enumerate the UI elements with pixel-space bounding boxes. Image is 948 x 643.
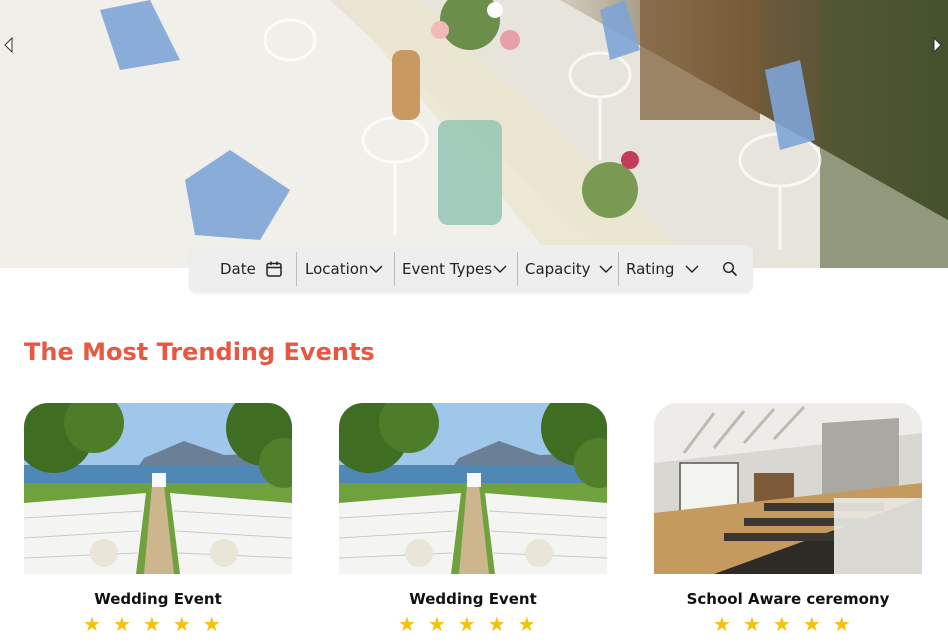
chevron-down-icon — [493, 265, 507, 273]
event-rating: ★ ★ ★ ★ ★ — [713, 614, 851, 636]
star-icon: ★ — [517, 614, 536, 636]
event-rating: ★ ★ ★ ★ ★ — [398, 614, 536, 636]
star-icon: ★ — [83, 614, 101, 636]
chevron-down-icon — [599, 265, 613, 273]
chevron-right-icon — [933, 36, 942, 54]
section-title: The Most Trending Events — [24, 338, 375, 366]
search-icon — [722, 261, 738, 277]
date-filter[interactable]: Date — [189, 252, 296, 286]
search-filter-bar: Date Location Event Types Capacity Ratin… — [189, 245, 753, 293]
rating-filter[interactable]: Rating — [619, 252, 719, 286]
event-title[interactable]: Wedding Event — [24, 590, 292, 608]
date-filter-label: Date — [220, 260, 256, 278]
event-card[interactable]: School Aware ceremony ★ ★ ★ ★ ★ — [654, 403, 922, 636]
star-icon: ★ — [427, 614, 446, 636]
banquet-table-photo — [0, 0, 948, 268]
event-title[interactable]: School Aware ceremony — [654, 590, 922, 608]
star-icon: ★ — [457, 614, 476, 636]
event-types-filter-label: Event Types — [402, 260, 493, 278]
location-filter[interactable]: Location — [297, 252, 394, 286]
star-icon: ★ — [112, 614, 131, 636]
lakeside-wedding-photo — [24, 403, 292, 574]
event-rating: ★ ★ ★ ★ ★ — [83, 614, 221, 636]
rating-filter-label: Rating — [626, 260, 675, 278]
capacity-filter[interactable]: Capacity — [518, 252, 618, 286]
event-image[interactable] — [654, 403, 922, 574]
lecture-hall-photo — [654, 403, 922, 574]
event-image[interactable] — [339, 403, 607, 574]
carousel-prev-button[interactable] — [2, 36, 16, 54]
star-icon: ★ — [802, 614, 821, 636]
calendar-icon — [266, 261, 282, 277]
hero-banner — [0, 0, 948, 268]
chevron-down-icon — [685, 265, 699, 273]
star-icon: ★ — [202, 614, 221, 636]
star-icon: ★ — [742, 614, 761, 636]
search-button[interactable] — [715, 254, 745, 284]
capacity-filter-label: Capacity — [525, 260, 591, 278]
star-icon: ★ — [172, 614, 191, 636]
event-image[interactable] — [24, 403, 292, 574]
chevron-left-icon — [4, 36, 13, 54]
star-icon: ★ — [398, 614, 416, 636]
star-icon: ★ — [487, 614, 506, 636]
location-filter-label: Location — [305, 260, 369, 278]
star-icon: ★ — [772, 614, 791, 636]
event-card[interactable]: Wedding Event ★ ★ ★ ★ ★ — [339, 403, 607, 636]
star-icon: ★ — [142, 614, 161, 636]
event-types-filter[interactable]: Event Types — [395, 252, 517, 286]
event-card[interactable]: Wedding Event ★ ★ ★ ★ ★ — [24, 403, 292, 636]
event-title[interactable]: Wedding Event — [339, 590, 607, 608]
lakeside-wedding-photo — [339, 403, 607, 574]
chevron-down-icon — [369, 265, 383, 273]
carousel-next-button[interactable] — [930, 36, 944, 54]
star-icon: ★ — [832, 614, 851, 636]
star-icon: ★ — [713, 614, 731, 636]
